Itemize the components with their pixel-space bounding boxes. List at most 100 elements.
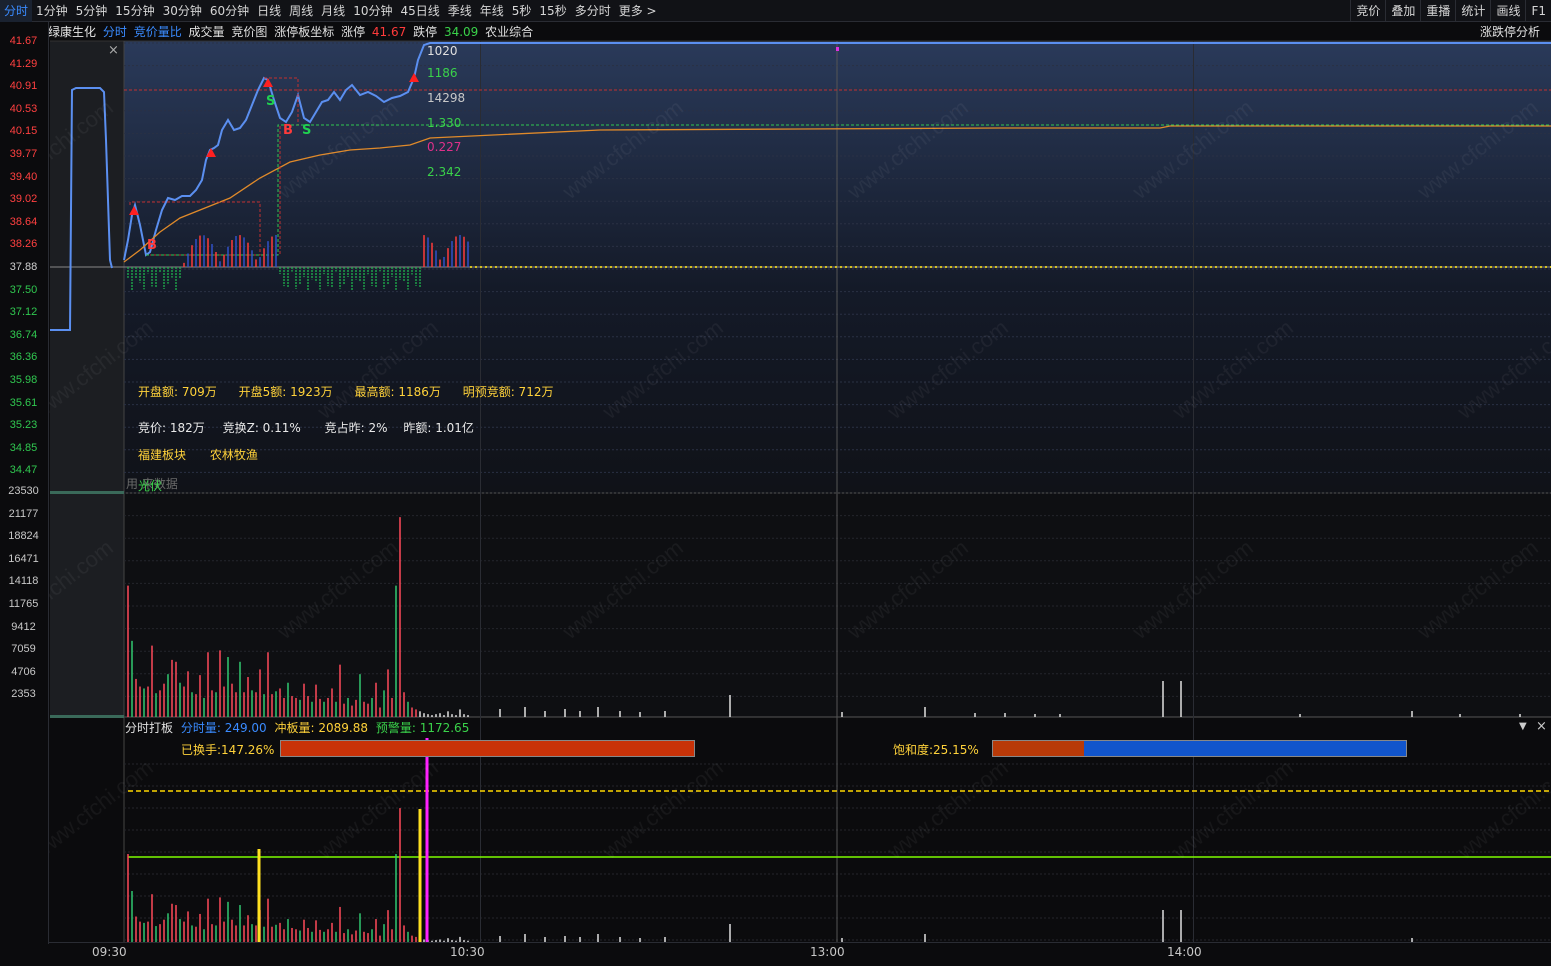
ratio-dot: [1500, 266, 1502, 268]
auction-volume-strip: [50, 491, 124, 494]
ratio-dot: [1075, 266, 1077, 268]
ratio-dot: [1130, 266, 1132, 268]
ratio-dot: [905, 266, 907, 268]
period-tab-4[interactable]: 30分钟: [159, 0, 206, 22]
ratio-dot: [970, 266, 972, 268]
price-tick: 40.91: [9, 80, 38, 93]
ratio-dot: [1165, 266, 1167, 268]
period-tab-14[interactable]: 15秒: [535, 0, 570, 22]
ratio-dot: [485, 266, 487, 268]
ratio-dot: [1255, 266, 1257, 268]
price-tick: 40.53: [9, 102, 38, 115]
tab-volume[interactable]: 成交量: [189, 25, 225, 39]
ratio-dot: [1490, 266, 1492, 268]
ratio-dot: [880, 266, 882, 268]
ratio-dot: [825, 266, 827, 268]
ratio-dot: [705, 266, 707, 268]
toolbar-button-5[interactable]: F1: [1525, 0, 1551, 22]
ratio-dot: [790, 266, 792, 268]
ratio-dot: [575, 266, 577, 268]
stat-auction-share: 竞占昨: 2%: [324, 421, 388, 435]
chart-canvas[interactable]: www.cfchi.com www.cfchi.com www.cfchi.com w…: [0, 0, 1551, 966]
concept-agriculture[interactable]: 农林牧渔: [210, 448, 258, 462]
ratio-dot: [1465, 266, 1467, 268]
ratio-dot: [1395, 266, 1397, 268]
bottom-panel-title[interactable]: 分时打板: [125, 721, 173, 735]
period-tab-9[interactable]: 10分钟: [349, 0, 396, 22]
period-tab-11[interactable]: 季线: [444, 0, 476, 22]
ratio-dot: [840, 266, 842, 268]
sector-name[interactable]: 农业综合: [485, 25, 533, 39]
stock-name[interactable]: 绿康生化: [48, 25, 96, 39]
ratio-dot: [1230, 266, 1232, 268]
period-tab-6[interactable]: 日线: [253, 0, 285, 22]
ratio-dot: [1355, 266, 1357, 268]
ratio-dot: [845, 266, 847, 268]
ratio-dot: [735, 266, 737, 268]
toolbar-button-4[interactable]: 画线: [1490, 0, 1525, 22]
chevron-down-icon[interactable]: ▼: [1519, 721, 1527, 732]
period-tab-2[interactable]: 5分钟: [72, 0, 112, 22]
limit-down-value: 34.09: [443, 25, 479, 39]
stat-max-amount: 最高额: 1186万: [354, 385, 441, 399]
ratio-dot: [1345, 266, 1347, 268]
ratio-dot: [1190, 266, 1192, 268]
ratio-dot: [805, 266, 807, 268]
toolbar-button-3[interactable]: 统计: [1455, 0, 1490, 22]
price-tick: 41.29: [9, 57, 38, 70]
period-tab-7[interactable]: 周线: [285, 0, 317, 22]
limit-analysis-link[interactable]: 涨跌停分析: [1480, 23, 1540, 41]
ratio-dot: [1315, 266, 1317, 268]
tab-limit-coords[interactable]: 涨停板坐标: [274, 25, 334, 39]
time-tick: 09:30: [92, 945, 127, 959]
concept-photovoltaic[interactable]: 光伏: [138, 477, 162, 494]
ratio-dot: [1485, 266, 1487, 268]
close-icon[interactable]: ×: [108, 43, 119, 58]
period-tab-10[interactable]: 45日线: [396, 0, 443, 22]
ratio-dot: [665, 266, 667, 268]
tab-auction-chart[interactable]: 竞价图: [231, 25, 267, 39]
tab-auction-ratio[interactable]: 竞价量比: [134, 25, 182, 39]
ratio-dot: [1170, 266, 1172, 268]
ratio-dot: [1520, 266, 1522, 268]
period-tab-1[interactable]: 1分钟: [32, 0, 72, 22]
toolbar-button-1[interactable]: 叠加: [1385, 0, 1420, 22]
ratio-dot: [1005, 266, 1007, 268]
period-tab-13[interactable]: 5秒: [508, 0, 536, 22]
auction-volume-strip: [50, 715, 124, 718]
volume-tick: 9412: [11, 620, 36, 633]
ratio-dot: [1335, 266, 1337, 268]
ratio-dot: [940, 266, 942, 268]
period-tab-16[interactable]: 更多 >: [615, 0, 661, 22]
bottom-panel-header: 分时打板 分时量: 249.00 冲板量: 2089.88 预警量: 1172.…: [125, 719, 469, 736]
ratio-dot: [1455, 266, 1457, 268]
period-tab-8[interactable]: 月线: [317, 0, 349, 22]
period-tab-0[interactable]: 分时: [0, 0, 33, 22]
price-tick: 34.47: [9, 464, 38, 477]
price-tick: 37.12: [9, 306, 38, 319]
period-tab-15[interactable]: 多分时: [571, 0, 615, 22]
price-tick: 38.64: [9, 215, 38, 228]
ratio-dot: [1425, 266, 1427, 268]
chongban-volume-label: 冲板量: 2089.88: [274, 721, 369, 735]
price-level-label: 1186: [427, 66, 458, 80]
ratio-dot: [690, 266, 692, 268]
ratio-dot: [1030, 266, 1032, 268]
price-tick: 39.40: [9, 170, 38, 183]
price-tick: 38.26: [9, 238, 38, 251]
ratio-dot: [640, 266, 642, 268]
ratio-dot: [700, 266, 702, 268]
period-tab-5[interactable]: 60分钟: [206, 0, 253, 22]
period-tab-3[interactable]: 15分钟: [111, 0, 158, 22]
toolbar-button-2[interactable]: 重播: [1420, 0, 1455, 22]
ratio-dot: [755, 266, 757, 268]
period-tab-12[interactable]: 年线: [476, 0, 508, 22]
concept-fujian[interactable]: 福建板块: [138, 448, 186, 462]
toolbar-button-0[interactable]: 竞价: [1350, 0, 1385, 22]
close-icon[interactable]: ×: [1536, 719, 1547, 734]
ratio-dot: [945, 266, 947, 268]
ratio-dot: [685, 266, 687, 268]
tab-fenshi[interactable]: 分时: [103, 25, 127, 39]
ratio-dot: [635, 266, 637, 268]
ratio-dot: [1360, 266, 1362, 268]
